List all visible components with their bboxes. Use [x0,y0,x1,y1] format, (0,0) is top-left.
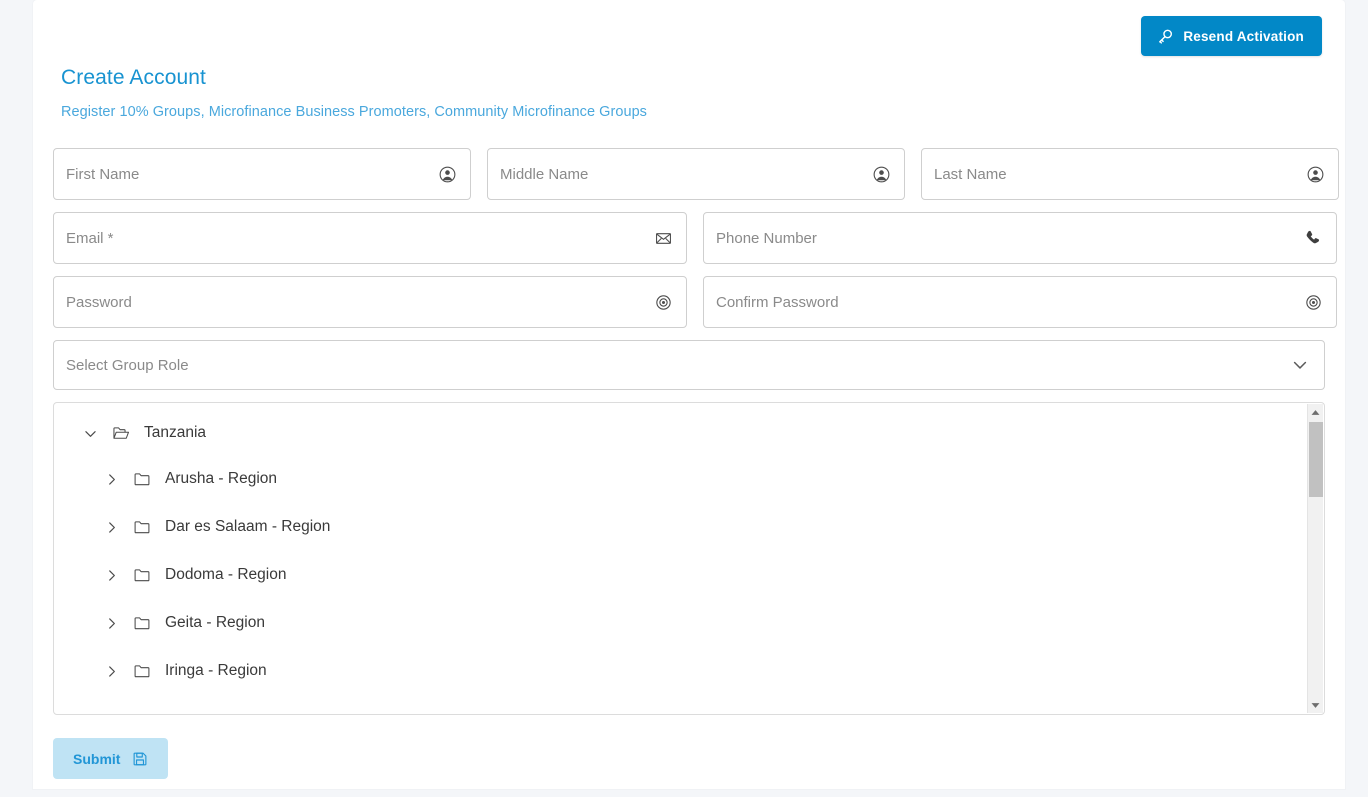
chevron-down-icon [1290,355,1310,375]
tree-node-geita-region[interactable]: Geita - Region [100,609,1307,637]
password-row [53,276,1337,328]
submit-label: Submit [73,750,121,767]
phone-number-input[interactable] [704,213,1336,263]
location-tree: Tanzania Arusha - Region Dar es Salaam -… [54,403,1307,714]
submit-button[interactable]: Submit [53,738,169,779]
tree-node-label: Geita - Region [165,614,265,631]
tree-node-label: Dodoma - Region [165,566,287,583]
chevron-right-icon[interactable] [100,612,122,634]
person-circle-icon [871,164,891,184]
folder-icon [131,564,153,586]
email-input[interactable] [54,213,686,263]
tree-node-dodoma-region[interactable]: Dodoma - Region [100,561,1307,589]
page-title: Create Account [61,66,206,89]
top-action-bar: Resend Activation [1141,16,1322,56]
chevron-right-icon[interactable] [100,564,122,586]
first-name-field[interactable] [53,148,471,200]
phone-icon [1303,228,1323,248]
tree-node-arusha-region[interactable]: Arusha - Region [100,465,1307,493]
group-role-select[interactable]: Select Group Role [53,340,1325,390]
folder-icon [131,468,153,490]
resend-activation-button[interactable]: Resend Activation [1141,16,1322,56]
folder-icon [131,612,153,634]
confirm-password-input[interactable] [704,277,1336,327]
create-account-form: Select Group Role [53,148,1339,779]
tree-node-dar-es-salaam-region[interactable]: Dar es Salaam - Region [100,513,1307,541]
folder-icon [131,516,153,538]
tree-scrollbar[interactable] [1307,404,1323,713]
email-field[interactable] [53,212,687,264]
scrollbar-thumb[interactable] [1309,422,1323,497]
password-input[interactable] [54,277,686,327]
contact-row [53,212,1337,264]
phone-number-field[interactable] [703,212,1337,264]
submit-row: Submit [53,738,1325,779]
person-circle-icon [1305,164,1325,184]
name-row [53,148,1339,200]
folder-open-icon [110,422,132,444]
chevron-down-icon[interactable] [79,422,101,444]
tree-node-label: Tanzania [144,424,207,441]
password-field[interactable] [53,276,687,328]
first-name-input[interactable] [54,149,470,199]
middle-name-input[interactable] [488,149,904,199]
middle-name-field[interactable] [487,148,905,200]
tree-node-label: Arusha - Region [165,470,278,487]
person-circle-icon [437,164,457,184]
eye-icon[interactable] [1303,292,1323,312]
last-name-input[interactable] [922,149,1338,199]
save-icon [132,751,148,767]
key-icon [1157,28,1174,45]
chevron-right-icon[interactable] [100,516,122,538]
folder-icon [131,660,153,682]
chevron-right-icon[interactable] [100,468,122,490]
resend-activation-label: Resend Activation [1183,28,1304,44]
envelope-icon [653,228,673,248]
tree-node-label: Dar es Salaam - Region [165,518,331,535]
tree-node-label: Iringa - Region [165,662,267,679]
chevron-right-icon[interactable] [100,660,122,682]
create-account-card: Resend Activation Create Account Registe… [33,0,1345,789]
page-subtitle: Register 10% Groups, Microfinance Busine… [61,104,647,120]
tree-node-iringa-region[interactable]: Iringa - Region [100,657,1307,685]
triangle-up-icon[interactable] [1308,404,1323,420]
eye-icon[interactable] [653,292,673,312]
tree-node-tanzania[interactable]: Tanzania [79,419,1307,447]
location-tree-panel: Tanzania Arusha - Region Dar es Salaam -… [53,402,1325,715]
confirm-password-field[interactable] [703,276,1337,328]
group-role-selected-value: Select Group Role [66,356,189,374]
last-name-field[interactable] [921,148,1339,200]
triangle-down-icon[interactable] [1308,697,1323,713]
